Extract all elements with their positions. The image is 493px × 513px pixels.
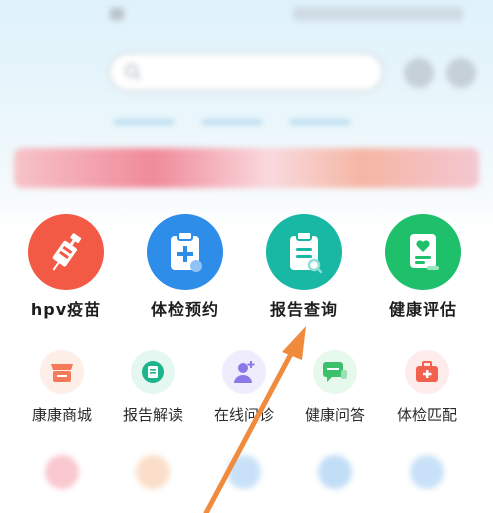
service-label: hpv疫苗	[30, 300, 102, 319]
clipboard-plus-icon	[147, 214, 223, 290]
service-checkup-booking[interactable]: 体检预约	[137, 214, 233, 324]
service-label: 体检预约	[150, 300, 219, 319]
status-indicators	[293, 7, 463, 21]
service-report-interpretation[interactable]: 报告解读	[109, 350, 197, 426]
service-report-query[interactable]: 报告查询	[256, 214, 352, 324]
syringe-icon	[28, 214, 104, 290]
service-icon-blurred[interactable]	[136, 455, 170, 489]
service-hpv-vaccine[interactable]: hpv疫苗	[18, 214, 114, 324]
search-icon	[124, 63, 142, 81]
heart-document-icon	[385, 214, 461, 290]
message-icon[interactable]	[446, 58, 476, 88]
service-icon-blurred[interactable]	[410, 455, 444, 489]
tab-indicator	[114, 120, 174, 124]
doctor-icon	[222, 350, 266, 394]
service-icon-blurred[interactable]	[318, 455, 352, 489]
search-input[interactable]	[108, 52, 384, 92]
service-health-assessment[interactable]: 健康评估	[375, 214, 471, 324]
signal-icon	[110, 8, 124, 20]
service-checkup-matching[interactable]: 体检匹配	[383, 350, 471, 426]
medical-kit-icon	[405, 350, 449, 394]
service-label: 体检匹配	[396, 406, 457, 424]
service-icon-blurred[interactable]	[45, 455, 79, 489]
service-icon-blurred[interactable]	[227, 455, 261, 489]
service-kangkang-mall[interactable]: 康康商城	[18, 350, 106, 426]
category-tabs	[16, 112, 476, 132]
store-icon	[40, 350, 84, 394]
service-label: 健康评估	[388, 300, 457, 319]
service-online-consultation[interactable]: 在线问诊	[200, 350, 288, 426]
service-label: 报告解读	[122, 406, 183, 424]
service-label: 报告查询	[269, 300, 338, 319]
qa-chat-icon	[313, 350, 357, 394]
service-label: 在线问诊	[213, 406, 274, 424]
promo-banner[interactable]	[14, 148, 479, 188]
report-search-icon	[266, 214, 342, 290]
tab-indicator	[290, 120, 350, 124]
scan-icon[interactable]	[404, 58, 434, 88]
service-label: 康康商城	[31, 406, 92, 424]
tab-indicator	[202, 120, 262, 124]
service-health-qa[interactable]: 健康问答	[291, 350, 379, 426]
report-chat-icon	[131, 350, 175, 394]
status-bar	[0, 0, 493, 30]
service-label: 健康问答	[304, 406, 365, 424]
